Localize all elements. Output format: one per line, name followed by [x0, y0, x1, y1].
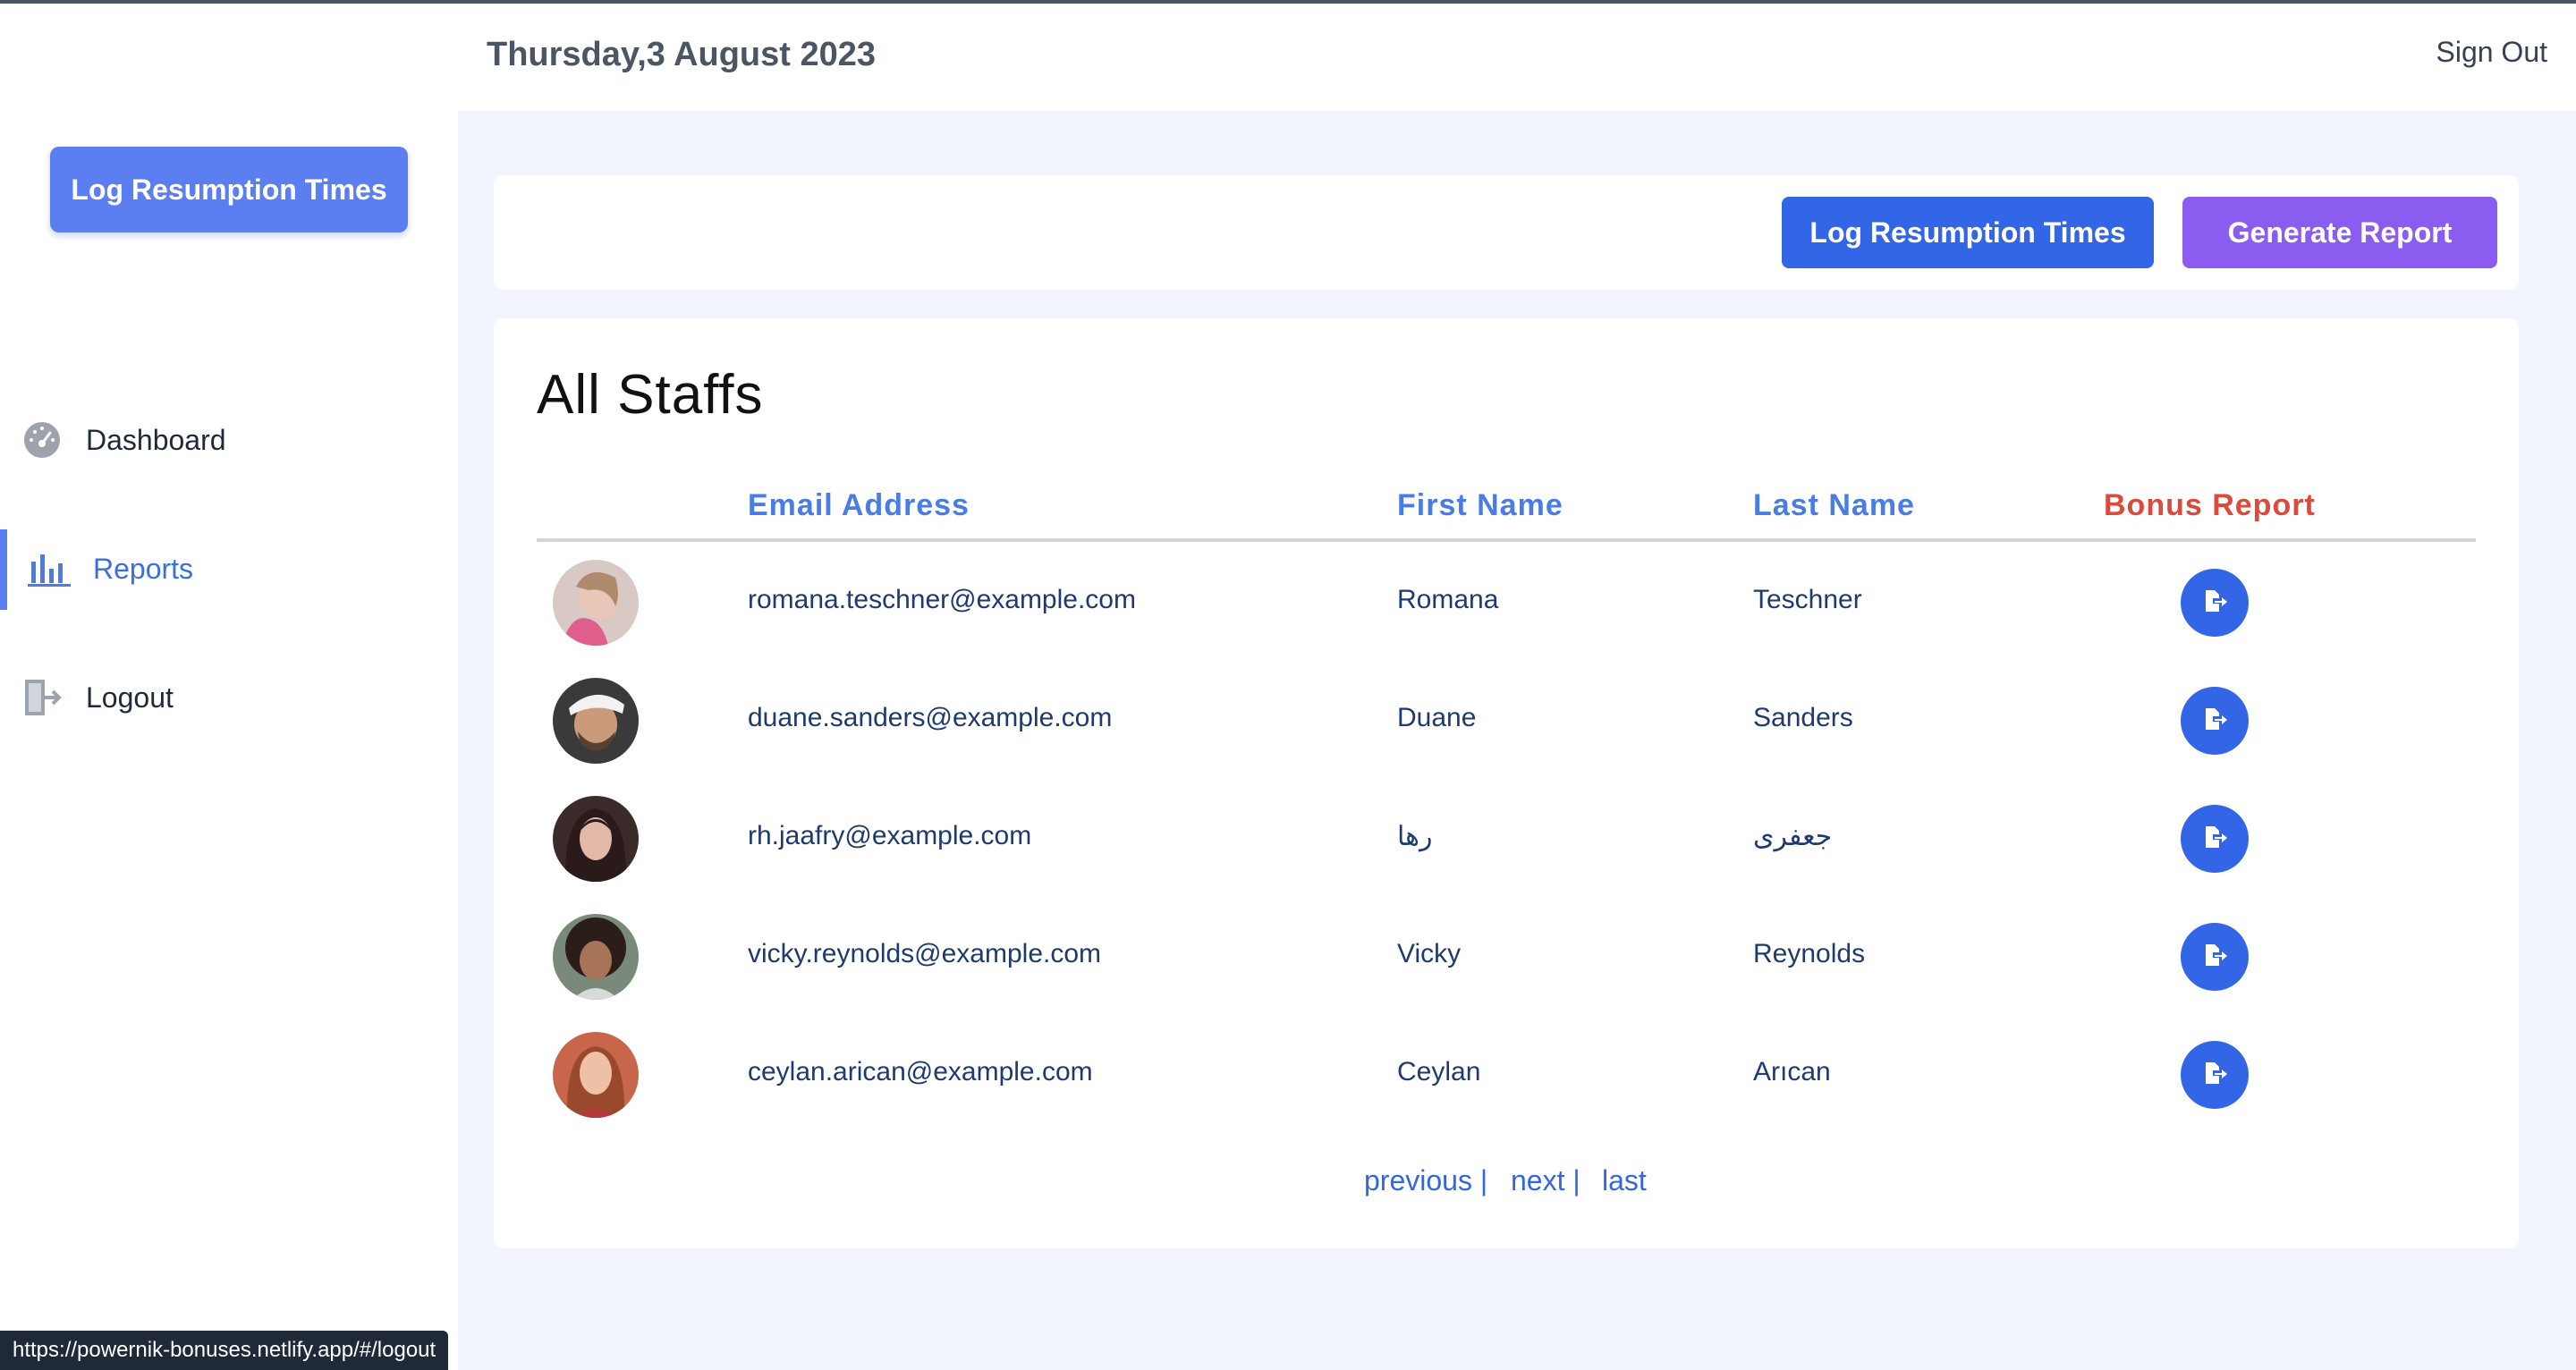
- sign-out-link[interactable]: Sign Out: [2436, 36, 2547, 69]
- email-cell: vicky.reynolds@example.com: [748, 939, 1102, 968]
- table-row: rh.jaafry@example.com رها جعفری: [537, 780, 2476, 898]
- column-header-first-name: First Name: [1397, 488, 1563, 522]
- speedometer-icon: [20, 418, 64, 462]
- pagination-last[interactable]: last: [1602, 1164, 1647, 1197]
- first-name-cell: Duane: [1397, 703, 1477, 732]
- header-divider: [537, 538, 2476, 542]
- avatar: [553, 796, 639, 882]
- bar-chart-icon: [27, 546, 72, 591]
- table-row: ceylan.arican@example.com Ceylan Arıcan: [537, 1016, 2476, 1134]
- sidebar-item-reports[interactable]: Reports: [0, 526, 458, 612]
- table-row: vicky.reynolds@example.com Vicky Reynold…: [537, 898, 2476, 1016]
- active-indicator: [0, 529, 7, 610]
- export-document-icon: [2201, 706, 2228, 737]
- last-name-cell: Teschner: [1753, 585, 1862, 614]
- log-resumption-times-button[interactable]: Log Resumption Times: [1782, 197, 2154, 268]
- export-document-icon: [2201, 942, 2228, 973]
- pagination-previous[interactable]: previous |: [1364, 1164, 1487, 1197]
- action-bar: Log Resumption Times Generate Report: [494, 175, 2519, 290]
- generate-report-button[interactable]: Generate Report: [2182, 197, 2497, 268]
- status-url-bar: https://powernik-bonuses.netlify.app/#/l…: [0, 1331, 449, 1370]
- email-cell: duane.sanders@example.com: [748, 703, 1113, 732]
- export-document-icon: [2201, 588, 2228, 619]
- first-name-cell: Romana: [1397, 585, 1499, 614]
- staff-table-card: All Staffs Email Address First Name Last…: [494, 318, 2519, 1248]
- sidebar-item-label: Logout: [86, 681, 174, 714]
- table-row: duane.sanders@example.com Duane Sanders: [537, 662, 2476, 780]
- bonus-report-button[interactable]: [2181, 1041, 2249, 1109]
- sidebar-log-resumption-button[interactable]: Log Resumption Times: [50, 147, 408, 233]
- sidebar-item-label: Reports: [93, 552, 194, 585]
- current-date: Thursday,3 August 2023: [487, 36, 877, 73]
- email-cell: ceylan.arican@example.com: [748, 1057, 1093, 1087]
- top-header: Thursday,3 August 2023 Sign Out: [458, 4, 2576, 111]
- first-name-cell: Ceylan: [1397, 1057, 1481, 1087]
- last-name-cell: Reynolds: [1753, 939, 1866, 968]
- first-name-cell: Vicky: [1397, 939, 1462, 968]
- avatar: [553, 914, 639, 1000]
- sidebar-item-label: Dashboard: [86, 423, 226, 456]
- last-name-cell: Arıcan: [1753, 1057, 1831, 1087]
- avatar: [553, 560, 639, 646]
- bonus-report-button[interactable]: [2181, 569, 2249, 637]
- column-header-bonus-report: Bonus Report: [2104, 488, 2316, 522]
- bonus-report-button[interactable]: [2181, 687, 2249, 755]
- logout-door-icon: [20, 675, 64, 720]
- sidebar-item-logout[interactable]: Logout: [0, 655, 458, 740]
- avatar: [553, 1032, 639, 1118]
- column-header-last-name: Last Name: [1753, 488, 1915, 522]
- last-name-cell: جعفری: [1753, 822, 1833, 851]
- email-cell: rh.jaafry@example.com: [748, 821, 1032, 850]
- export-document-icon: [2201, 1060, 2228, 1091]
- email-cell: romana.teschner@example.com: [748, 585, 1136, 614]
- table-row: romana.teschner@example.com Romana Tesch…: [537, 544, 2476, 662]
- page-title: All Staffs: [537, 364, 764, 426]
- last-name-cell: Sanders: [1753, 703, 1853, 732]
- export-document-icon: [2201, 824, 2228, 855]
- bonus-report-button[interactable]: [2181, 805, 2249, 873]
- column-header-email: Email Address: [748, 488, 970, 522]
- sidebar-item-dashboard[interactable]: Dashboard: [0, 397, 458, 483]
- avatar: [553, 678, 639, 764]
- bonus-report-button[interactable]: [2181, 923, 2249, 991]
- sidebar: Log Resumption Times Dashboard Reports L…: [0, 4, 458, 1370]
- pagination-next[interactable]: next |: [1511, 1164, 1580, 1197]
- first-name-cell: رها: [1397, 822, 1433, 851]
